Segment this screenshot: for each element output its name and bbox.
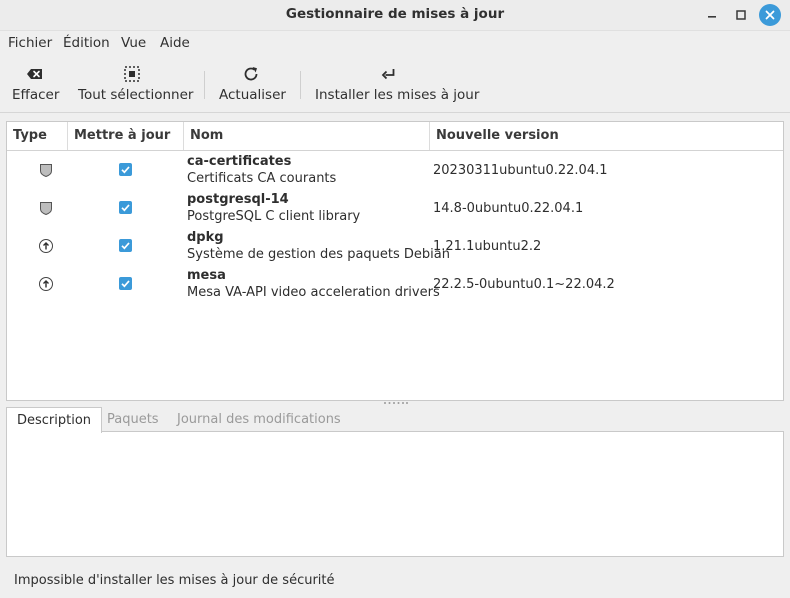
update-list[interactable]: Type Mettre à jour Nom Nouvelle version …: [6, 121, 784, 401]
status-message: Impossible d'installer les mises à jour …: [14, 573, 335, 588]
menu-help[interactable]: Aide: [160, 35, 190, 51]
check-icon: [121, 280, 130, 288]
update-checkbox[interactable]: [119, 239, 132, 252]
tab-description[interactable]: Description: [6, 407, 103, 433]
security-shield-icon: [40, 202, 52, 216]
minimize-icon: [708, 16, 716, 18]
backspace-clear-icon: [27, 69, 42, 79]
table-row[interactable]: mesa Mesa VA-API video acceleration driv…: [7, 265, 783, 303]
table-row[interactable]: ca-certificates Certificats CA courants …: [7, 151, 783, 189]
menu-view[interactable]: Vue: [121, 35, 146, 51]
toolbar-separator: [204, 71, 205, 99]
description-panel: [6, 431, 784, 557]
package-name: dpkg: [187, 230, 224, 245]
refresh-button[interactable]: Actualiser: [213, 56, 287, 112]
package-version: 20230311ubuntu0.22.04.1: [433, 163, 608, 178]
column-update[interactable]: Mettre à jour: [67, 122, 184, 150]
package-version: 1.21.1ubuntu2.2: [433, 239, 542, 254]
refresh-icon: [244, 67, 258, 81]
package-description: Système de gestion des paquets Debian: [187, 247, 450, 262]
menu-bar: Fichier Édition Vue Aide: [0, 30, 790, 54]
minimize-button[interactable]: [701, 4, 723, 26]
upgrade-arrow-icon: [39, 239, 53, 253]
details-tabs: Description Paquets Journal des modifica…: [6, 407, 784, 433]
toolbar: Effacer Tout sélectionner Actualiser Ins…: [0, 56, 790, 113]
update-checkbox[interactable]: [119, 163, 132, 176]
tab-changelog[interactable]: Journal des modifications: [167, 407, 351, 432]
package-version: 14.8-0ubuntu0.22.04.1: [433, 201, 584, 216]
select-all-icon: [124, 66, 140, 82]
close-icon: [765, 10, 775, 20]
menu-edit[interactable]: Édition: [63, 35, 110, 51]
enter-return-icon: [381, 69, 395, 80]
package-name: postgresql-14: [187, 192, 289, 207]
pane-resize-handle[interactable]: [383, 401, 409, 405]
package-name: mesa: [187, 268, 226, 283]
column-name[interactable]: Nom: [183, 122, 430, 150]
refresh-label: Actualiser: [219, 87, 286, 103]
check-icon: [121, 242, 130, 250]
select-all-label: Tout sélectionner: [78, 87, 194, 103]
close-button[interactable]: [759, 4, 781, 26]
package-description: Mesa VA-API video acceleration drivers: [187, 285, 440, 300]
window-title: Gestionnaire de mises à jour: [285, 6, 505, 22]
table-row[interactable]: dpkg Système de gestion des paquets Debi…: [7, 227, 783, 265]
check-icon: [121, 166, 130, 174]
table-row[interactable]: postgresql-14 PostgreSQL C client librar…: [7, 189, 783, 227]
package-name: ca-certificates: [187, 154, 292, 169]
column-new-version[interactable]: Nouvelle version: [429, 122, 783, 150]
clear-button[interactable]: Effacer: [6, 56, 62, 112]
update-checkbox[interactable]: [119, 277, 132, 290]
install-updates-label: Installer les mises à jour: [315, 87, 480, 103]
tab-packages[interactable]: Paquets: [97, 407, 169, 432]
menu-file[interactable]: Fichier: [8, 35, 52, 51]
select-all-button[interactable]: Tout sélectionner: [72, 56, 194, 112]
maximize-button[interactable]: [730, 4, 752, 26]
maximize-icon: [736, 10, 746, 20]
list-header: Type Mettre à jour Nom Nouvelle version: [7, 122, 783, 151]
install-updates-button[interactable]: Installer les mises à jour: [309, 56, 479, 112]
package-version: 22.2.5-0ubuntu0.1~22.04.2: [433, 277, 615, 292]
column-type[interactable]: Type: [7, 122, 67, 150]
package-description: PostgreSQL C client library: [187, 209, 361, 224]
toolbar-separator: [300, 71, 301, 99]
security-shield-icon: [40, 164, 52, 178]
update-checkbox[interactable]: [119, 201, 132, 214]
upgrade-arrow-icon: [39, 277, 53, 291]
title-bar: Gestionnaire de mises à jour: [0, 0, 790, 31]
clear-label: Effacer: [12, 87, 60, 103]
package-description: Certificats CA courants: [187, 171, 337, 186]
check-icon: [121, 204, 130, 212]
